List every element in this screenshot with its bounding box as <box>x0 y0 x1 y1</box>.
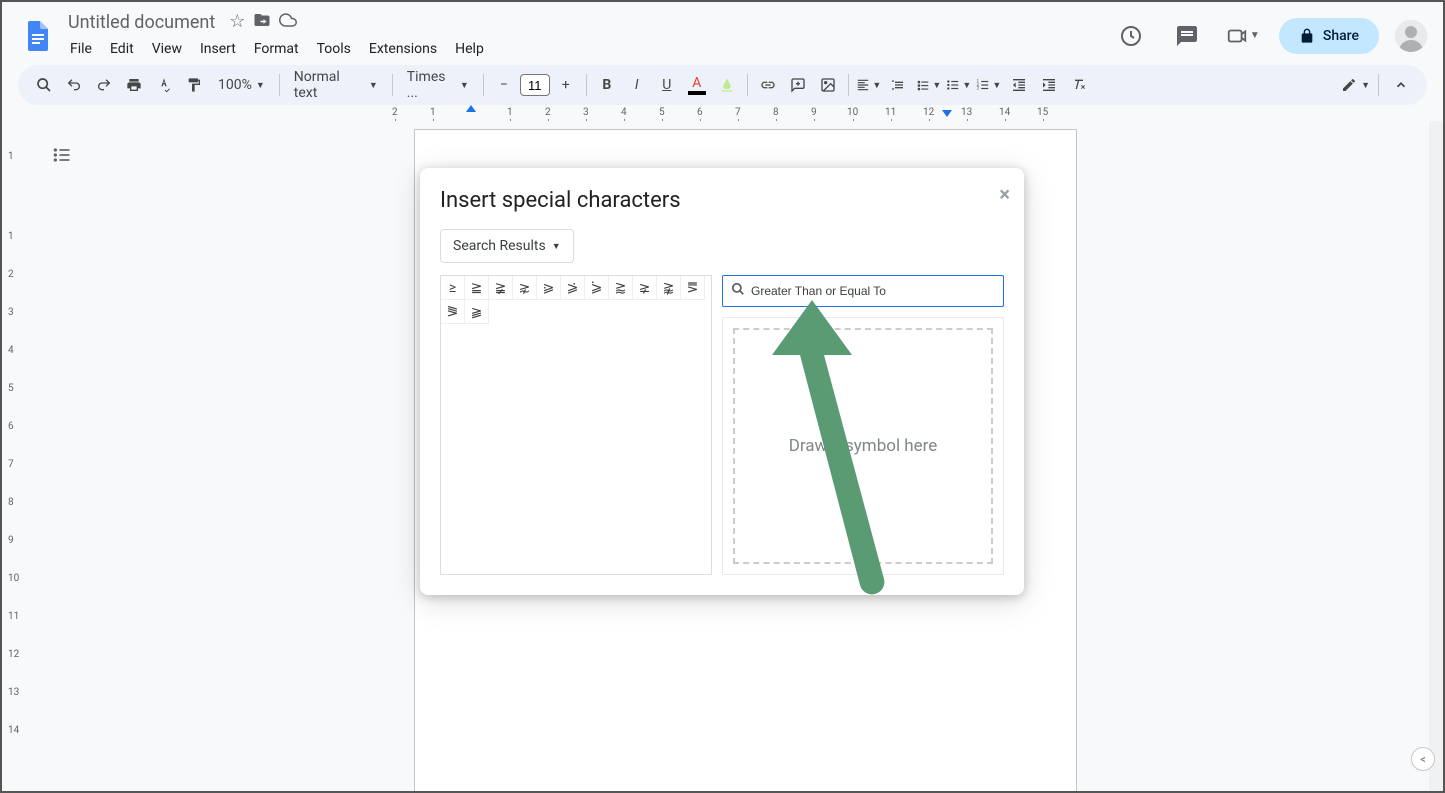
titlebar: Untitled document ☆ File Edit View Inser… <box>2 2 1443 61</box>
doc-info: Untitled document ☆ File Edit View Inser… <box>62 10 1111 61</box>
char-cell[interactable]: ⋧ <box>513 276 537 300</box>
underline-icon[interactable]: U <box>653 71 681 99</box>
numbered-list-icon[interactable]: 123▼ <box>975 71 1003 99</box>
menubar: File Edit View Insert Format Tools Exten… <box>62 37 1111 61</box>
close-dialog-icon[interactable]: × <box>999 182 1010 206</box>
char-cell[interactable]: ⪂ <box>561 276 585 300</box>
char-cell[interactable]: ⪆ <box>609 276 633 300</box>
menu-format[interactable]: Format <box>246 37 307 61</box>
menu-tools[interactable]: Tools <box>309 37 359 61</box>
spellcheck-icon[interactable] <box>150 71 178 99</box>
draw-area: Draw a symbol here <box>722 317 1004 575</box>
search-input[interactable] <box>751 284 995 298</box>
toolbar: 100%▼ Normal text▼ Times ...▼ − + B I U … <box>18 65 1427 105</box>
add-comment-icon[interactable] <box>784 71 812 99</box>
clear-formatting-icon[interactable] <box>1065 71 1093 99</box>
text-color-icon[interactable]: A <box>683 71 711 99</box>
bold-icon[interactable]: B <box>593 71 621 99</box>
char-cell[interactable]: ⫺ <box>465 300 489 324</box>
menu-help[interactable]: Help <box>447 37 492 61</box>
star-icon[interactable]: ☆ <box>229 11 245 34</box>
document-title[interactable]: Untitled document <box>62 10 221 35</box>
vertical-scrollbar[interactable] <box>1429 121 1443 791</box>
search-icon <box>731 282 745 300</box>
insert-image-icon[interactable] <box>814 71 842 99</box>
search-box[interactable] <box>722 275 1004 307</box>
char-cell[interactable]: ≧ <box>465 276 489 300</box>
app-window: Untitled document ☆ File Edit View Inser… <box>0 0 1445 793</box>
lock-icon <box>1299 28 1315 44</box>
move-icon[interactable] <box>253 11 271 34</box>
docs-logo[interactable] <box>18 16 58 56</box>
cloud-status-icon[interactable] <box>279 11 297 34</box>
char-cell[interactable]: ⪄ <box>585 276 609 300</box>
undo-icon[interactable] <box>60 71 88 99</box>
font-dropdown[interactable]: Times ...▼ <box>399 69 477 101</box>
char-cell[interactable]: ≩ <box>489 276 513 300</box>
char-cell[interactable]: ≥ <box>441 276 465 300</box>
share-label: Share <box>1323 28 1359 44</box>
line-spacing-icon[interactable] <box>885 71 913 99</box>
dialog-title: Insert special characters <box>440 188 1004 213</box>
char-cell[interactable]: ⪀ <box>537 276 561 300</box>
margin-left-marker[interactable] <box>466 105 476 112</box>
draw-canvas[interactable]: Draw a symbol here <box>733 328 993 564</box>
increase-indent-icon[interactable] <box>1035 71 1063 99</box>
search-menus-icon[interactable] <box>30 71 58 99</box>
link-icon[interactable] <box>754 71 782 99</box>
font-size-decrease[interactable]: − <box>490 71 518 99</box>
redo-icon[interactable] <box>90 71 118 99</box>
align-icon[interactable]: ▼ <box>855 71 883 99</box>
collapse-toolbar-icon[interactable] <box>1387 71 1415 99</box>
italic-icon[interactable]: I <box>623 71 651 99</box>
highlight-icon[interactable] <box>713 71 741 99</box>
character-grid: ≥ ≧ ≩ ⋧ ⪀ ⪂ ⪄ ⪆ ⪈ ⪊ ⪚ ⪜ ⫺ <box>440 275 712 575</box>
style-dropdown[interactable]: Normal text▼ <box>286 69 386 101</box>
ruler-horizontal: 2 1 1 2 3 4 5 6 7 8 9 10 11 12 13 14 15 <box>42 105 1443 121</box>
decrease-indent-icon[interactable] <box>1005 71 1033 99</box>
meet-icon[interactable]: ▼ <box>1223 16 1263 56</box>
font-size-increase[interactable]: + <box>552 71 580 99</box>
print-icon[interactable] <box>120 71 148 99</box>
chevron-down-icon: ▼ <box>552 241 561 252</box>
margin-right-marker[interactable] <box>942 110 952 117</box>
zoom-dropdown[interactable]: 100%▼ <box>210 77 273 93</box>
font-size-input[interactable] <box>520 74 550 96</box>
user-avatar[interactable] <box>1395 20 1427 52</box>
paint-format-icon[interactable] <box>180 71 208 99</box>
share-button[interactable]: Share <box>1279 18 1379 54</box>
svg-text:3: 3 <box>977 86 980 91</box>
bulleted-list-icon[interactable]: ▼ <box>945 71 973 99</box>
menu-view[interactable]: View <box>144 37 190 61</box>
char-cell[interactable]: ⪚ <box>681 276 705 300</box>
char-cell[interactable]: ⪈ <box>633 276 657 300</box>
menu-file[interactable]: File <box>62 37 100 61</box>
char-cell[interactable]: ⪊ <box>657 276 681 300</box>
menu-edit[interactable]: Edit <box>102 37 142 61</box>
menu-extensions[interactable]: Extensions <box>361 37 445 61</box>
editing-mode-icon[interactable]: ▼ <box>1341 71 1370 99</box>
category-dropdown[interactable]: Search Results ▼ <box>440 229 574 263</box>
ruler-vertical: 1 1 2 3 4 5 6 7 8 9 10 11 12 13 14 <box>2 121 22 791</box>
checklist-icon[interactable]: ▼ <box>915 71 943 99</box>
menu-insert[interactable]: Insert <box>192 37 244 61</box>
comments-icon[interactable] <box>1167 16 1207 56</box>
explore-chevron-icon[interactable]: < <box>1411 747 1435 771</box>
special-characters-dialog: × Insert special characters Search Resul… <box>420 168 1024 595</box>
char-cell[interactable]: ⪜ <box>441 300 465 324</box>
history-icon[interactable] <box>1111 16 1151 56</box>
